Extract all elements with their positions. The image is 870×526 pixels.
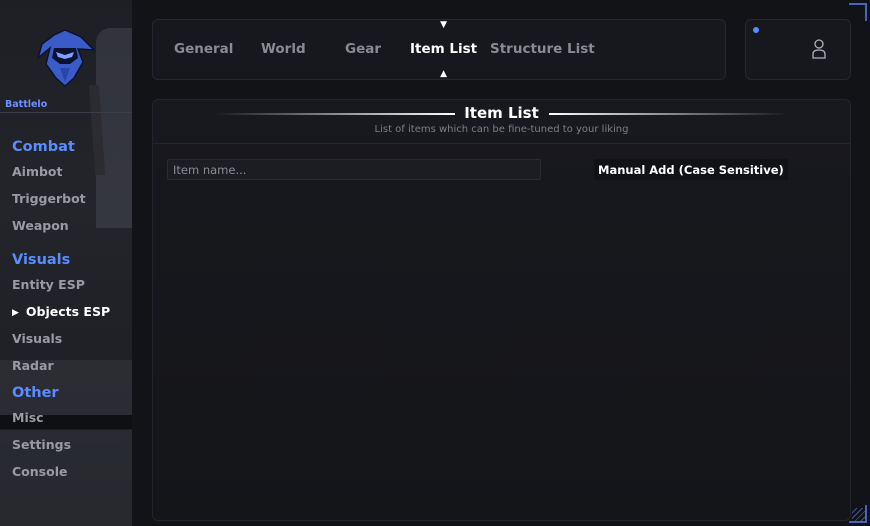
brand-name: Battlelog <box>5 99 47 110</box>
panel-title: Item List <box>464 104 539 122</box>
sidebar-nav: Combat Aimbot Triggerbot Weapon Visuals … <box>12 136 110 485</box>
sidebar-item-label: Objects ESP <box>25 304 111 319</box>
brand-divider <box>0 112 132 113</box>
panel-subtitle: List of items which can be fine-tuned to… <box>374 124 629 135</box>
sidebar-item-entity-esp[interactable]: Entity ESP <box>12 271 110 298</box>
hooded-knight-icon <box>36 29 96 88</box>
tab-label: Item List <box>410 41 478 57</box>
sidebar-item-triggerbot[interactable]: Triggerbot <box>12 185 110 212</box>
status-dot <box>753 27 759 33</box>
tab-world[interactable]: World <box>261 20 306 79</box>
sidebar-item-weapon[interactable]: Weapon <box>12 212 110 239</box>
item-name-input[interactable] <box>167 159 541 180</box>
sidebar-item-settings[interactable]: Settings <box>12 431 110 458</box>
sidebar-item-misc[interactable]: Misc <box>12 404 110 431</box>
sidebar-item-radar[interactable]: Radar <box>12 352 110 379</box>
panel-header-divider <box>153 143 850 144</box>
tab-item-list[interactable]: ▼ Item List ▲ <box>410 20 477 79</box>
tab-general[interactable]: General <box>174 20 233 79</box>
manual-add-button[interactable]: Manual Add (Case Sensitive) <box>594 159 788 180</box>
item-list-panel: Item List List of items which can be fin… <box>152 99 851 521</box>
frame-corner-top-right <box>849 3 867 21</box>
user-panel <box>745 19 851 80</box>
tab-structure-list[interactable]: Structure List <box>490 20 595 79</box>
tab-gear[interactable]: Gear <box>345 20 381 79</box>
sidebar-item-console[interactable]: Console <box>12 458 110 485</box>
sidebar-item-aimbot[interactable]: Aimbot <box>12 158 110 185</box>
sidebar-section-visuals: Visuals <box>12 252 71 268</box>
sidebar: Battlelog Combat Aimbot Triggerbot Weapo… <box>0 0 132 526</box>
sidebar-item-visuals[interactable]: Visuals <box>12 325 110 352</box>
resize-grip[interactable] <box>852 508 866 522</box>
active-arrow-icon: ▶ <box>12 308 19 318</box>
sidebar-item-objects-esp[interactable]: ▶ Objects ESP <box>12 298 110 325</box>
user-icon[interactable] <box>812 39 826 59</box>
sidebar-section-combat: Combat <box>12 139 75 155</box>
tab-bar: General World Gear ▼ Item List ▲ Structu… <box>152 19 726 80</box>
tab-marker-up-icon: ▲ <box>440 69 448 79</box>
sidebar-section-other: Other <box>12 385 59 401</box>
tab-marker-down-icon: ▼ <box>440 20 448 30</box>
